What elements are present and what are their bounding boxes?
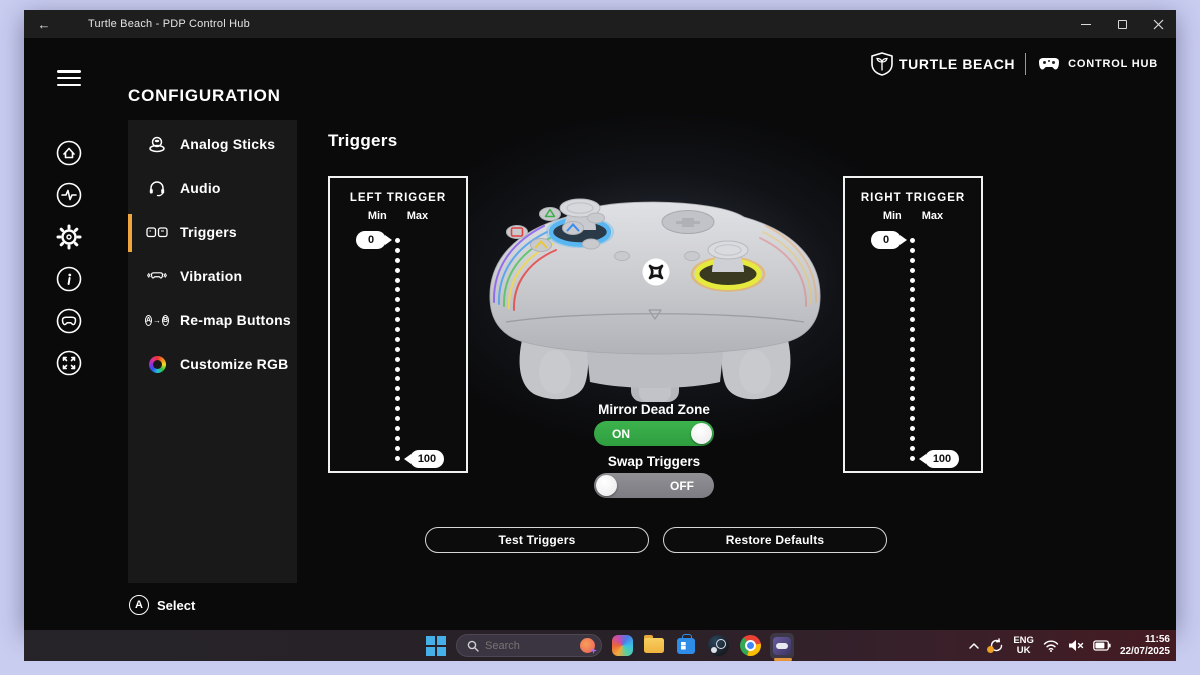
vibration-icon (146, 266, 168, 286)
windows-logo-icon (426, 636, 446, 656)
right-trigger-panel: RIGHT TRIGGER Min Max 0 100 (843, 176, 983, 473)
triggers-icon (146, 222, 168, 242)
menu-item-remap-buttons[interactable]: A→B Re-map Buttons (128, 298, 297, 342)
info-icon[interactable] (56, 266, 82, 292)
left-trigger-panel: LEFT TRIGGER Min Max 0 100 (328, 176, 468, 473)
close-button[interactable] (1140, 10, 1176, 38)
left-trigger-min-handle[interactable]: 0 (356, 231, 386, 249)
menu-item-label: Analog Sticks (180, 136, 275, 152)
file-explorer-taskbar-icon[interactable] (642, 634, 666, 658)
brand-divider (1025, 53, 1026, 75)
minimize-icon (1081, 24, 1091, 25)
max-label: Max (407, 210, 428, 222)
menu-item-label: Vibration (180, 268, 242, 284)
home-icon[interactable] (56, 140, 82, 166)
volume-muted-icon[interactable] (1068, 639, 1084, 652)
settings-gear-icon[interactable] (56, 224, 82, 250)
close-icon (1153, 19, 1164, 30)
menu-item-label: Audio (180, 180, 221, 196)
left-trigger-track[interactable] (395, 238, 400, 461)
activity-icon[interactable] (56, 182, 82, 208)
remap-icon: A→B (146, 310, 168, 330)
configuration-menu: Analog Sticks Audio Triggers Vibration (128, 120, 297, 583)
windows-start-button[interactable] (424, 634, 448, 658)
right-trigger-track[interactable] (910, 238, 915, 461)
minimize-button[interactable] (1068, 10, 1104, 38)
wifi-icon[interactable] (1043, 640, 1059, 652)
chrome-taskbar-icon[interactable] (738, 634, 762, 658)
battery-icon[interactable] (1093, 640, 1111, 651)
control-hub-taskbar-icon[interactable] (770, 634, 794, 658)
desktop: ← Turtle Beach - PDP Control Hub (0, 0, 1200, 675)
maximize-button[interactable] (1104, 10, 1140, 38)
test-triggers-button[interactable]: Test Triggers (425, 527, 649, 553)
language-indicator[interactable]: ENGUK (1013, 636, 1034, 656)
max-label: Max (922, 210, 943, 222)
left-trigger-max-handle[interactable]: 100 (410, 450, 444, 468)
microsoft-store-taskbar-icon[interactable] (674, 634, 698, 658)
right-trigger-max-handle[interactable]: 100 (925, 450, 959, 468)
toggle-knob (596, 475, 617, 496)
copilot-taskbar-icon[interactable] (610, 634, 634, 658)
restore-defaults-button[interactable]: Restore Defaults (663, 527, 887, 553)
min-label: Min (368, 210, 387, 222)
search-input[interactable] (485, 640, 574, 652)
select-hint-label: Select (157, 598, 195, 613)
analog-stick-icon (146, 134, 168, 154)
steam-taskbar-icon[interactable] (706, 634, 730, 658)
window-title: Turtle Beach - PDP Control Hub (88, 18, 250, 30)
taskbar-search[interactable] (456, 634, 602, 657)
right-trigger-min-handle[interactable]: 0 (871, 231, 901, 249)
swap-triggers-toggle[interactable]: OFF (594, 473, 714, 498)
left-trigger-title: LEFT TRIGGER (330, 192, 466, 204)
swap-triggers-label: Swap Triggers (524, 454, 784, 469)
controller-icon[interactable] (56, 308, 82, 334)
mirror-dead-zone-toggle[interactable]: ON (594, 421, 714, 446)
turtle-beach-shield-icon (871, 52, 893, 76)
taskbar-clock[interactable]: 11:5622/07/2025 (1120, 634, 1170, 658)
headset-icon (146, 178, 168, 198)
right-trigger-title: RIGHT TRIGGER (845, 192, 981, 204)
search-highlight-icon (580, 638, 595, 653)
menu-item-label: Re-map Buttons (180, 312, 291, 328)
active-app-indicator (774, 658, 792, 661)
expand-arrows-icon[interactable] (56, 350, 82, 376)
app-window: ← Turtle Beach - PDP Control Hub (24, 10, 1176, 630)
control-hub-controller-icon (1036, 55, 1062, 73)
toggle-state-label: OFF (670, 479, 694, 493)
maximize-icon (1118, 20, 1127, 29)
brand-name: TURTLE BEACH (899, 56, 1015, 72)
toggle-knob (691, 423, 712, 444)
brand-product: CONTROL HUB (1068, 58, 1158, 70)
hamburger-menu-icon[interactable] (57, 70, 81, 86)
menu-item-customize-rgb[interactable]: Customize RGB (128, 342, 297, 386)
update-sync-icon[interactable] (989, 638, 1004, 653)
windows-taskbar: ENGUK 11:5622/07/2025 (24, 630, 1176, 661)
menu-item-label: Customize RGB (180, 356, 288, 372)
controller-image (460, 152, 850, 404)
section-title: Triggers (328, 131, 397, 151)
rgb-ring-icon (146, 354, 168, 374)
menu-item-audio[interactable]: Audio (128, 166, 297, 210)
brand-logos: TURTLE BEACH CONTROL HUB (871, 52, 1158, 76)
menu-item-analog-sticks[interactable]: Analog Sticks (128, 122, 297, 166)
tray-chevron-icon[interactable] (968, 642, 980, 650)
back-icon[interactable]: ← (24, 17, 64, 32)
menu-item-vibration[interactable]: Vibration (128, 254, 297, 298)
page-heading: CONFIGURATION (128, 86, 281, 106)
toggle-state-label: ON (612, 427, 630, 441)
title-bar: ← Turtle Beach - PDP Control Hub (24, 10, 1176, 38)
gamepad-select-hint: A Select (129, 595, 195, 615)
min-label: Min (883, 210, 902, 222)
search-icon (467, 640, 479, 652)
mirror-dead-zone-label: Mirror Dead Zone (524, 402, 784, 417)
menu-item-label: Triggers (180, 224, 237, 240)
a-button-icon: A (129, 595, 149, 615)
menu-item-triggers[interactable]: Triggers (128, 210, 297, 254)
